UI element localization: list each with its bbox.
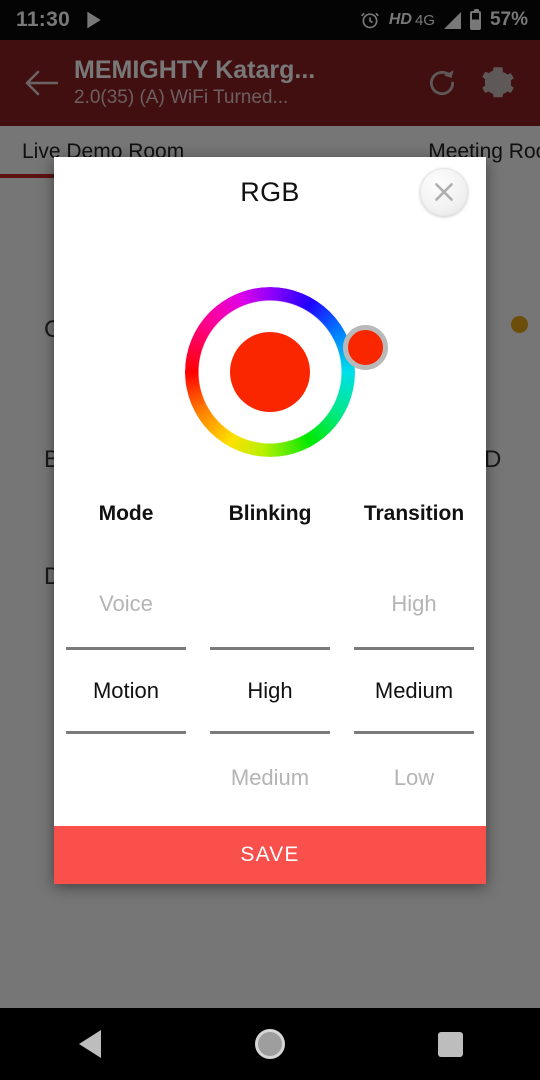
- picker-blinking-selected[interactable]: High: [210, 647, 330, 734]
- picker-blinking[interactable]: High Medium: [198, 560, 342, 823]
- picker-mode-selected[interactable]: Motion: [66, 647, 186, 734]
- rgb-dialog: RGB Mode Blinking Transition Voice Motio…: [54, 157, 486, 884]
- color-wheel-thumb[interactable]: [343, 325, 388, 370]
- nav-home-button[interactable]: [210, 1008, 330, 1080]
- picker-headers: Mode Blinking Transition: [54, 502, 486, 526]
- close-icon: [435, 183, 453, 201]
- nav-recents-button[interactable]: [390, 1008, 510, 1080]
- picker-blinking-next[interactable]: Medium: [210, 734, 330, 821]
- nav-back-button[interactable]: [30, 1008, 150, 1080]
- picker-mode[interactable]: Voice Motion: [54, 560, 198, 823]
- save-button[interactable]: SAVE: [54, 826, 486, 884]
- picker-transition-prev[interactable]: High: [354, 560, 474, 647]
- picker-transition-next[interactable]: Low: [354, 734, 474, 821]
- phone-screen: Live Demo Room Meeting Roo C B DI D 11:3…: [0, 0, 540, 1080]
- nav-recents-icon: [437, 1031, 463, 1057]
- picker-header-mode: Mode: [98, 502, 154, 525]
- picker-mode-prev[interactable]: Voice: [66, 560, 186, 647]
- nav-back-icon: [79, 1030, 101, 1058]
- picker-blinking-prev[interactable]: [210, 560, 330, 647]
- color-wheel[interactable]: [54, 262, 486, 542]
- picker-group: Voice Motion High Medium High Medium Low: [54, 560, 486, 823]
- picker-header-transition: Transition: [363, 502, 465, 525]
- selected-color-swatch: [230, 332, 310, 412]
- nav-home-icon: [255, 1029, 285, 1059]
- picker-mode-next[interactable]: [66, 734, 186, 821]
- close-button[interactable]: [420, 168, 468, 216]
- system-nav-bar: [0, 1008, 540, 1080]
- picker-transition-selected[interactable]: Medium: [354, 647, 474, 734]
- picker-header-blinking: Blinking: [228, 502, 312, 525]
- picker-transition[interactable]: High Medium Low: [342, 560, 486, 823]
